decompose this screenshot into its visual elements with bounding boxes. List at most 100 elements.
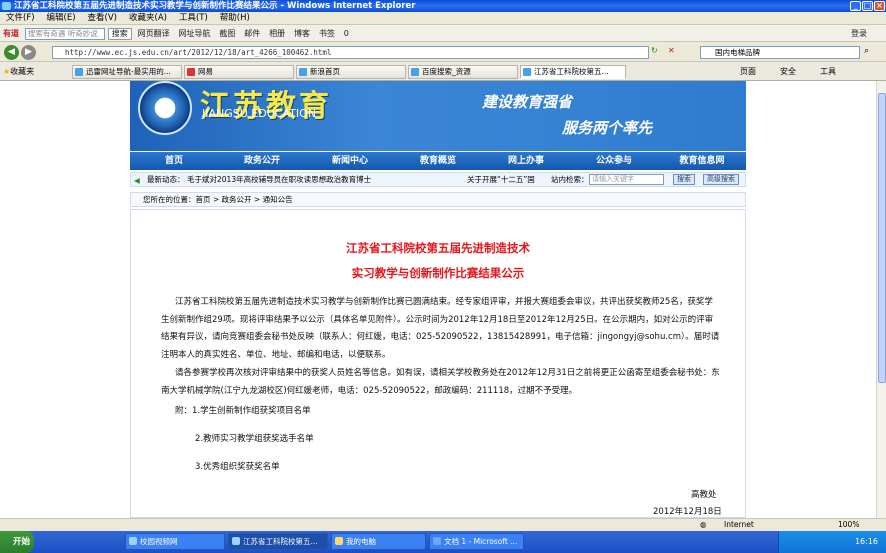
forward-icon[interactable]: ▶	[21, 45, 36, 60]
refresh-icon[interactable]: ↻	[651, 46, 658, 55]
signer: 高教处	[691, 490, 717, 500]
search-icon[interactable]: ⌕	[864, 46, 869, 56]
word-icon	[433, 537, 441, 545]
close-button[interactable]: ×	[874, 1, 885, 11]
nav-news[interactable]: 新闻中心	[306, 152, 394, 170]
tab-xunlei[interactable]: 迅雷网址导航-最实用的...	[72, 65, 182, 79]
site-search-input[interactable]: 请输入关键字	[589, 174, 664, 185]
menu-view[interactable]: 查看(V)	[82, 12, 123, 25]
scrollbar-thumb[interactable]	[878, 93, 886, 383]
article: 江苏省工科院校第五届先进制造技术 实习教学与创新制作比赛结果公示 江苏省工科院校…	[130, 209, 746, 518]
site-banner: 江苏教育 JIANGSU EDUCATION 建设教育强省 服务两个率先	[130, 81, 746, 151]
site-search-label: 站内检索：	[551, 175, 589, 184]
main-nav: 首页 政务公开 新闻中心 教育概览 网上办事 公众参与 教育信息网	[130, 152, 746, 170]
advanced-search-button[interactable]: 高级搜索	[703, 174, 739, 185]
start-button[interactable]: 开始	[0, 531, 34, 553]
blog-button[interactable]: 博客	[291, 25, 313, 41]
news-link-2[interactable]: 关于开展“十二五”国	[467, 173, 535, 186]
task-video[interactable]: 校园视频网	[125, 533, 225, 550]
attachment-1[interactable]: 附：1.学生创新制作组获奖项目名单	[175, 404, 311, 416]
task-my-computer[interactable]: 我的电脑	[331, 533, 426, 550]
news-ticker: ◀ 最新动态： 毛于斌对2013年高校辅导员在职攻读思想政治教育博士 关于开展“…	[130, 172, 746, 187]
ticker-icon: ◀	[134, 176, 140, 185]
status-bar: ◍ Internet 100%	[0, 518, 886, 531]
tab-favicon	[299, 68, 307, 76]
globe-icon: ◍	[700, 520, 707, 529]
tabs-bar: ★收藏夹 迅雷网址导航-最实用的... 网易 新浪首页 百度搜索_资源 江苏省工…	[0, 62, 886, 81]
tab-163[interactable]: 网易	[184, 65, 294, 79]
system-tray: 16:16	[778, 531, 886, 553]
count-badge: 0	[343, 29, 349, 38]
album-button[interactable]: 相册	[266, 25, 288, 41]
menu-bar: 文件(F) 编辑(E) 查看(V) 收藏夹(A) 工具(T) 帮助(H)	[0, 12, 886, 25]
sign-date: 2012年12月18日	[653, 507, 722, 517]
site-logo	[138, 81, 192, 135]
screenshot-button[interactable]: 截图	[216, 25, 238, 41]
tab-sina[interactable]: 新浪首页	[296, 65, 406, 79]
zone-label: Internet	[724, 520, 754, 529]
news-label: 最新动态：	[147, 175, 185, 184]
page-viewport: 江苏教育 JIANGSU EDUCATION 建设教育强省 服务两个率先 首页 …	[0, 81, 876, 518]
article-title-line1: 江苏省工科院校第五届先进制造技术	[346, 241, 530, 255]
news-link[interactable]: 毛于斌对2013年高校辅导员在职攻读思想政治教育博士	[187, 173, 371, 186]
article-para-2: 请各参赛学校再次核对评审结果中的获奖人员姓名等信息。如有误，请相关学校教务处在2…	[161, 368, 720, 396]
ie-icon	[232, 537, 240, 545]
tab-active-article[interactable]: 江苏省工科院校第五...	[520, 65, 626, 79]
page-menu[interactable]: 页面	[740, 66, 756, 77]
task-ie-article[interactable]: 江苏省工科院校第五...	[228, 533, 328, 550]
menu-tools[interactable]: 工具(T)	[173, 12, 214, 25]
vertical-scrollbar[interactable]	[876, 81, 886, 518]
back-icon[interactable]: ◀	[4, 45, 19, 60]
slogan-1: 建设教育强省	[482, 93, 573, 111]
tab-favicon	[187, 68, 195, 76]
url-input[interactable]: http://www.ec.js.edu.cn/art/2012/12/18/a…	[52, 46, 649, 59]
ie-icon	[129, 537, 137, 545]
attachment-3[interactable]: 3.优秀组织奖获奖名单	[195, 460, 280, 472]
article-para-1: 江苏省工科院校第五届先进制造技术实习教学与创新制作比赛已圆满结束。经专家组评审，…	[161, 297, 720, 360]
tools-menu[interactable]: 工具	[820, 66, 836, 77]
menu-help[interactable]: 帮助(H)	[214, 12, 256, 25]
tab-favicon	[75, 68, 83, 76]
toolbar-search-input[interactable]: 搜索有奇遇 听奇妙说	[24, 27, 105, 40]
menu-edit[interactable]: 编辑(E)	[41, 12, 82, 25]
slogan-2: 服务两个率先	[562, 119, 653, 137]
nav-home[interactable]: 首页	[130, 152, 218, 170]
computer-icon	[335, 537, 343, 545]
youdao-toolbar: 有道 搜索有奇遇 听奇妙说 搜索 网页翻译 网址导航 截图 邮件 相册 博客 书…	[0, 25, 886, 42]
favorites-button[interactable]: ★收藏夹	[3, 66, 34, 77]
stop-icon[interactable]: ✕	[668, 46, 675, 55]
mail-button[interactable]: 邮件	[241, 25, 263, 41]
menu-favorites[interactable]: 收藏夹(A)	[123, 12, 173, 25]
breadcrumb: 您所在的位置：首页 > 政务公开 > 通知公告	[130, 192, 746, 207]
translate-button[interactable]: 网页翻译	[135, 25, 173, 41]
maximize-button[interactable]: □	[862, 1, 873, 11]
article-title-line2: 实习教学与创新制作比赛结果公示	[351, 266, 525, 280]
tab-baidu[interactable]: 百度搜索_资源	[408, 65, 518, 79]
login-button[interactable]: 登录	[848, 25, 870, 41]
taskbar: 开始 校园视频网 江苏省工科院校第五... 我的电脑 文档 1 - Micros…	[0, 531, 886, 553]
nav-overview[interactable]: 教育概览	[394, 152, 482, 170]
window-title: 江苏省工科院校第五届先进制造技术实习教学与创新制作比赛结果公示 - Window…	[14, 1, 416, 11]
zoom-level[interactable]: 100%	[838, 519, 859, 531]
safety-menu[interactable]: 安全	[780, 66, 796, 77]
minimize-button[interactable]: _	[850, 1, 861, 11]
tab-favicon	[523, 68, 531, 76]
window-titlebar: 江苏省工科院校第五届先进制造技术实习教学与创新制作比赛结果公示 - Window…	[0, 0, 886, 12]
site-search-button[interactable]: 搜索	[673, 174, 695, 185]
menu-file[interactable]: 文件(F)	[0, 12, 41, 25]
nav-gov-affairs[interactable]: 政务公开	[218, 152, 306, 170]
attachment-2[interactable]: 2.教师实习教学组获奖选手名单	[195, 432, 314, 444]
tab-favicon	[411, 68, 419, 76]
bookmark-button[interactable]: 书签	[316, 25, 338, 41]
nav-public[interactable]: 公众参与	[570, 152, 658, 170]
toolbar-search-button[interactable]: 搜索	[107, 28, 132, 40]
youdao-logo: 有道	[3, 29, 19, 38]
nav-online-service[interactable]: 网上办事	[482, 152, 570, 170]
ie-icon	[2, 2, 11, 10]
address-bar: ◀ ▶ http://www.ec.js.edu.cn/art/2012/12/…	[0, 42, 886, 62]
ie-search-input[interactable]: 国内电梯品牌	[700, 46, 860, 59]
task-word[interactable]: 文档 1 - Microsoft ...	[429, 533, 524, 550]
nav-sites-button[interactable]: 网址导航	[176, 25, 214, 41]
nav-info-net[interactable]: 教育信息网	[658, 152, 746, 170]
site-name-en: JIANGSU EDUCATION	[202, 107, 316, 120]
